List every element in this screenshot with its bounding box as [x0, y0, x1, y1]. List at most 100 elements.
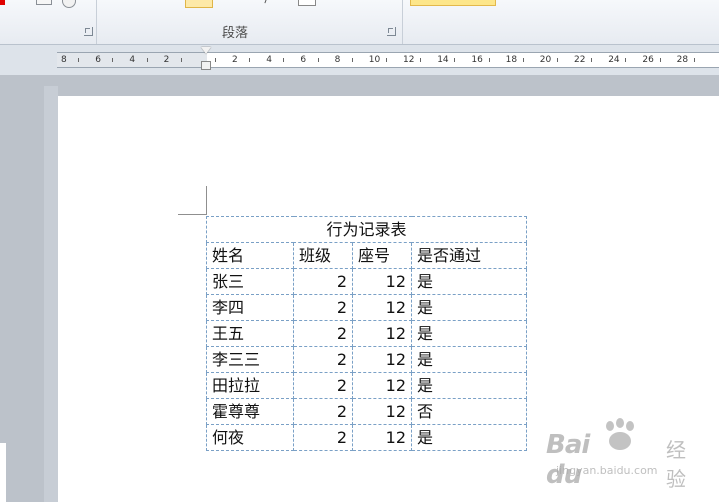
ruler-tick — [283, 58, 285, 62]
ribbon: 段落 — [0, 0, 719, 45]
ruler-label: 4 — [129, 55, 136, 65]
ruler-label: 20 — [539, 55, 552, 65]
pane-edge — [0, 443, 6, 502]
ruler-tick — [522, 58, 524, 62]
name-cell[interactable]: 王五 — [206, 320, 294, 347]
ruler-tick — [351, 58, 353, 62]
pass-cell[interactable]: 是 — [411, 346, 527, 373]
table-row: 王五 2 12 是 — [206, 320, 527, 347]
ruler-label: 16 — [471, 55, 483, 65]
ruler-label: 18 — [505, 55, 518, 65]
horizontal-ruler[interactable]: 8 6 4 2 2 4 6 8 10 12 14 16 18 20 22 24 26 28 — [57, 52, 719, 68]
ruler-label: 28 — [676, 55, 689, 65]
name-cell[interactable]: 李四 — [206, 294, 294, 321]
watermark-cn: 经验 — [666, 438, 686, 491]
ruler-label: 2 — [163, 55, 170, 65]
ribbon-button-round-partial[interactable] — [62, 0, 76, 8]
seat-cell[interactable]: 12 — [352, 268, 412, 295]
ruler-tick — [249, 58, 251, 62]
header-cell[interactable]: 姓名 — [206, 242, 294, 269]
ruler-tick — [659, 58, 661, 62]
pass-cell[interactable]: 是 — [411, 320, 527, 347]
name-cell[interactable]: 张三 — [206, 268, 294, 295]
margin-corner-mark — [206, 186, 207, 215]
seat-cell[interactable]: 12 — [352, 320, 412, 347]
ruler-tick — [454, 58, 456, 62]
name-cell[interactable]: 何夜 — [206, 424, 294, 451]
ribbon-group-label-paragraph: 段落 — [222, 26, 249, 41]
ruler-label: 6 — [300, 55, 307, 65]
table-header-row: 姓名 班级 座号 是否通过 — [206, 242, 527, 269]
seat-cell[interactable]: 12 — [352, 372, 412, 399]
class-cell[interactable]: 2 — [293, 424, 353, 451]
table-row: 何夜 2 12 是 — [206, 424, 527, 451]
table-title[interactable]: 行为记录表 — [206, 216, 527, 243]
name-cell[interactable]: 霍尊尊 — [206, 398, 294, 425]
name-cell[interactable]: 田拉拉 — [206, 372, 294, 399]
ruler-tick — [488, 58, 490, 62]
pass-cell[interactable]: 是 — [411, 268, 527, 295]
class-cell[interactable]: 2 — [293, 346, 353, 373]
seat-cell[interactable]: 12 — [352, 346, 412, 373]
ribbon-button-partial[interactable] — [36, 0, 52, 5]
pass-cell[interactable]: 是 — [411, 424, 527, 451]
pass-cell[interactable]: 否 — [411, 398, 527, 425]
header-cell[interactable]: 班级 — [293, 242, 353, 269]
ruler-tick — [112, 58, 114, 62]
ruler-tick — [78, 58, 80, 62]
ruler-label: 12 — [403, 55, 415, 65]
class-cell[interactable]: 2 — [293, 320, 353, 347]
margin-corner-mark — [178, 214, 207, 215]
class-cell[interactable]: 2 — [293, 372, 353, 399]
ruler-label: 2 — [232, 55, 238, 65]
seat-cell[interactable]: 12 — [352, 294, 412, 321]
indent-marker-icon[interactable] — [201, 47, 211, 54]
ruler-label: 24 — [608, 55, 620, 65]
ruler-tick — [385, 58, 387, 62]
ruler-tick — [693, 58, 695, 62]
table-row: 张三 2 12 是 — [206, 268, 527, 295]
left-workspace — [0, 75, 44, 502]
vertical-ruler[interactable] — [44, 86, 58, 502]
dialog-launcher-icon[interactable] — [84, 27, 93, 36]
watermark-brand: Bai du — [546, 430, 590, 490]
table-title-row: 行为记录表 — [206, 216, 527, 243]
behavior-record-table[interactable]: 行为记录表 姓名 班级 座号 是否通过 张三 2 12 是 李四 2 12 是 … — [206, 216, 527, 451]
style-gallery-partial[interactable] — [410, 0, 496, 6]
ruler-label: 10 — [368, 55, 381, 65]
pass-cell[interactable]: 是 — [411, 372, 527, 399]
app-icon[interactable] — [0, 0, 5, 5]
ruler-tick — [556, 58, 558, 62]
ruler-label: 8 — [61, 55, 67, 65]
table-row: 李三三 2 12 是 — [206, 346, 527, 373]
pass-cell[interactable]: 是 — [411, 294, 527, 321]
table-row: 田拉拉 2 12 是 — [206, 372, 527, 399]
class-cell[interactable]: 2 — [293, 398, 353, 425]
header-cell[interactable]: 座号 — [352, 242, 412, 269]
baidu-paw-icon — [606, 418, 634, 450]
highlight-button-partial[interactable] — [185, 0, 213, 8]
seat-cell[interactable]: 12 — [352, 398, 412, 425]
ruler-tick — [317, 58, 319, 62]
name-cell[interactable]: 李三三 — [206, 346, 294, 373]
dialog-launcher-icon[interactable] — [387, 27, 396, 36]
ruler-label: 22 — [574, 55, 586, 65]
class-cell[interactable]: 2 — [293, 294, 353, 321]
left-indent-marker-icon[interactable] — [201, 61, 211, 70]
table-row: 李四 2 12 是 — [206, 294, 527, 321]
ruler-tick — [420, 58, 422, 62]
ruler-label: 14 — [437, 55, 449, 65]
ruler-label: 4 — [266, 55, 272, 65]
ribbon-separator — [96, 0, 97, 44]
ruler-tick — [146, 58, 148, 62]
header-cell[interactable]: 是否通过 — [411, 242, 527, 269]
ruler-area: 8 6 4 2 2 4 6 8 10 12 14 16 18 20 22 24 26 28 — [0, 45, 719, 75]
ruler-label: 8 — [334, 55, 341, 65]
border-button-partial[interactable] — [298, 0, 316, 6]
seat-cell[interactable]: 12 — [352, 424, 412, 451]
ribbon-separator — [402, 0, 403, 44]
sort-icon[interactable] — [256, 0, 269, 4]
class-cell[interactable]: 2 — [293, 268, 353, 295]
table-row: 霍尊尊 2 12 否 — [206, 398, 527, 425]
watermark-url: jingyan.baidu.com — [556, 464, 658, 477]
